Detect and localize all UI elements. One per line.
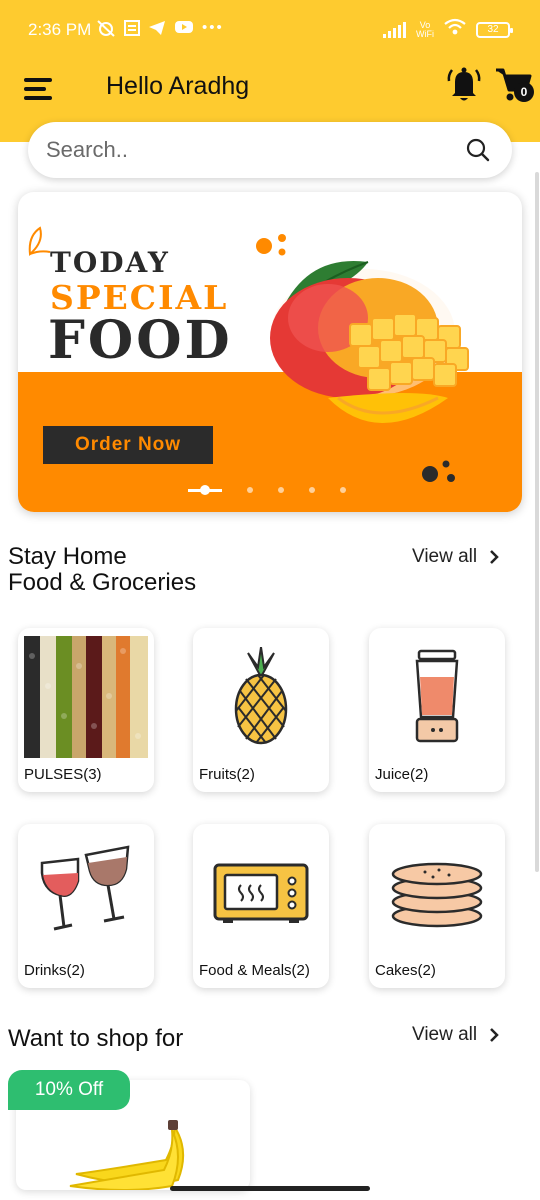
category-label: Drinks(2) [24, 962, 85, 979]
category-card-juice[interactable]: Juice(2) [369, 628, 505, 792]
banner-title-line1: TODAY [50, 246, 170, 279]
carousel-dot[interactable] [278, 487, 284, 493]
cart-count-badge: 0 [514, 82, 534, 102]
status-time: 2:36 PM [28, 20, 92, 39]
view-all-label: View all [412, 546, 478, 567]
youtube-icon [174, 19, 194, 41]
menu-button[interactable] [24, 76, 54, 102]
pancakes-icon [375, 832, 499, 954]
status-bar: 2:36 PM ••• Vo WiFi 32 [0, 0, 540, 58]
section-title-line1: Stay Home [8, 543, 127, 570]
category-card-drinks[interactable]: Drinks(2) [18, 824, 154, 988]
search-bar [28, 122, 512, 178]
category-card-cakes[interactable]: Cakes(2) [369, 824, 505, 988]
alarm-off-icon [96, 19, 116, 41]
wifi-icon [444, 18, 466, 41]
signal-icon [383, 21, 406, 38]
category-label: PULSES(3) [24, 766, 102, 783]
notification-bell-icon[interactable] [446, 66, 482, 102]
view-all-label: View all [412, 1024, 478, 1045]
carousel-dot-active[interactable] [188, 484, 222, 495]
telegram-icon [148, 19, 166, 41]
section-title-line2: Food & Groceries [8, 569, 197, 596]
mango-image [270, 261, 469, 423]
category-label: Food & Meals(2) [199, 962, 310, 979]
search-input[interactable] [46, 130, 446, 170]
carousel-dot[interactable] [340, 487, 346, 493]
battery-icon: 32 [476, 21, 513, 38]
category-label: Cakes(2) [375, 962, 436, 979]
category-card-pulses[interactable]: PULSES(3) [18, 628, 154, 792]
category-card-food-meals[interactable]: Food & Meals(2) [193, 824, 329, 988]
category-card-fruits[interactable]: Fruits(2) [193, 628, 329, 792]
wine-glasses-icon [24, 832, 148, 954]
pulses-image [24, 636, 148, 758]
banner-dots-decoration-bottom [422, 460, 455, 482]
section-title-stay-home: Stay Home Food & Groceries [8, 544, 196, 596]
discount-badge: 10% Off [8, 1070, 130, 1110]
banana-image [69, 1120, 185, 1190]
category-label: Juice(2) [375, 766, 429, 783]
order-now-button[interactable]: Order Now [43, 426, 213, 464]
home-indicator[interactable] [170, 1186, 370, 1191]
carousel-dot[interactable] [309, 487, 315, 493]
view-all-products-link[interactable]: View all [412, 1024, 499, 1046]
vowifi-label: Vo WiFi [416, 19, 434, 39]
view-all-categories-link[interactable]: View all [412, 546, 499, 568]
chevron-right-icon [490, 1028, 499, 1042]
status-notification-icons: ••• [96, 19, 224, 41]
more-dots-icon: ••• [202, 19, 224, 36]
section-title-want-to-shop: Want to shop for [8, 1025, 184, 1052]
scrollbar[interactable] [535, 172, 539, 872]
promo-banner[interactable]: TODAY SPECIAL FOOD Order Now [18, 192, 522, 512]
pineapple-icon [199, 636, 323, 758]
category-label: Fruits(2) [199, 766, 255, 783]
search-icon[interactable] [466, 138, 490, 162]
status-system-icons: Vo WiFi 32 [383, 18, 513, 41]
microwave-icon [199, 832, 323, 954]
banner-title-line3: FOOD [48, 310, 233, 371]
news-icon [124, 19, 140, 41]
greeting-text: Hello Aradhg [106, 72, 250, 100]
carousel-dot[interactable] [247, 487, 253, 493]
chevron-right-icon [490, 550, 499, 564]
carousel-indicator [188, 484, 346, 495]
blender-icon [375, 636, 499, 758]
